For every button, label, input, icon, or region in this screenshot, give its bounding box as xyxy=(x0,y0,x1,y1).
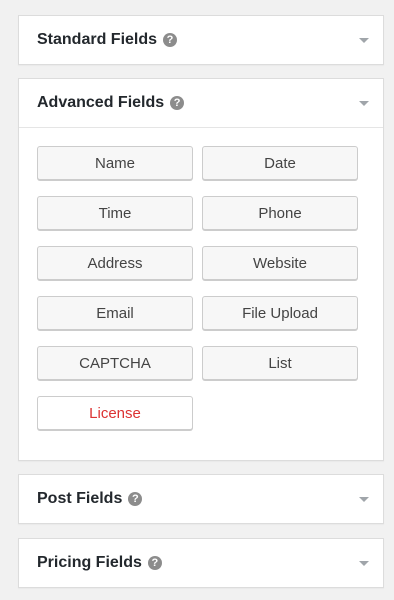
standard-fields-header[interactable]: Standard Fields ? xyxy=(19,16,383,64)
help-icon[interactable]: ? xyxy=(147,556,162,570)
chevron-down-icon[interactable] xyxy=(359,38,369,43)
post-fields-header[interactable]: Post Fields ? xyxy=(19,475,383,523)
pricing-fields-panel: Pricing Fields ? xyxy=(18,538,384,588)
advanced-fields-header[interactable]: Advanced Fields ? xyxy=(19,79,383,127)
captcha-field-button[interactable]: CAPTCHA xyxy=(37,346,193,380)
post-fields-panel: Post Fields ? xyxy=(18,474,384,524)
help-icon[interactable]: ? xyxy=(170,96,185,110)
post-fields-title: Post Fields xyxy=(37,490,123,507)
chevron-down-icon[interactable] xyxy=(359,497,369,502)
license-field-button[interactable]: License xyxy=(37,396,193,430)
chevron-down-icon[interactable] xyxy=(359,101,369,106)
pricing-fields-title: Pricing Fields xyxy=(37,554,142,571)
date-field-button[interactable]: Date xyxy=(202,146,358,180)
advanced-fields-panel: Advanced Fields ? Name Date Time Phone A… xyxy=(18,78,384,461)
file-upload-field-button[interactable]: File Upload xyxy=(202,296,358,330)
advanced-fields-body: Name Date Time Phone Address Website Ema… xyxy=(19,127,383,475)
list-field-button[interactable]: List xyxy=(202,346,358,380)
pricing-fields-header[interactable]: Pricing Fields ? xyxy=(19,539,383,587)
email-field-button[interactable]: Email xyxy=(37,296,193,330)
name-field-button[interactable]: Name xyxy=(37,146,193,180)
website-field-button[interactable]: Website xyxy=(202,246,358,280)
chevron-down-icon[interactable] xyxy=(359,561,369,566)
phone-field-button[interactable]: Phone xyxy=(202,196,358,230)
standard-fields-panel: Standard Fields ? xyxy=(18,15,384,65)
advanced-fields-title: Advanced Fields xyxy=(37,94,165,111)
help-icon[interactable]: ? xyxy=(128,492,143,506)
time-field-button[interactable]: Time xyxy=(37,196,193,230)
help-icon[interactable]: ? xyxy=(163,33,178,47)
address-field-button[interactable]: Address xyxy=(37,246,193,280)
standard-fields-title: Standard Fields xyxy=(37,31,158,48)
